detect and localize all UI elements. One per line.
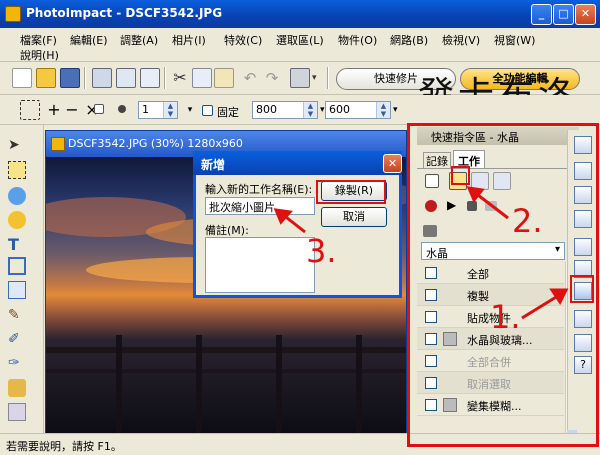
annotation-arrows: [273, 186, 569, 320]
arrow-head-1: [549, 288, 569, 305]
arrow-line-1: [521, 292, 562, 320]
